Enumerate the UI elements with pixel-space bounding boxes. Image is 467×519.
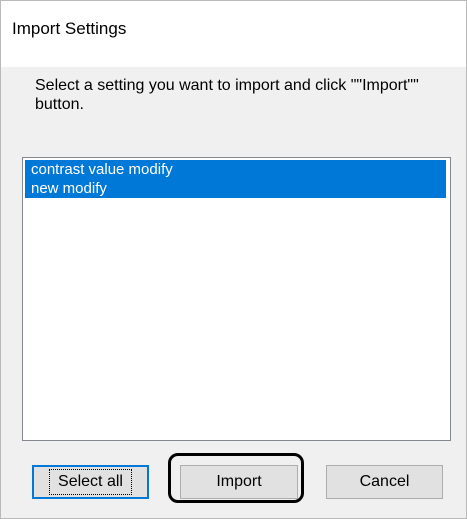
select-all-button[interactable]: Select all: [32, 465, 149, 499]
instruction-text: Select a setting you want to import and …: [35, 77, 419, 113]
list-item[interactable]: new modify: [25, 179, 446, 198]
settings-listbox[interactable]: contrast value modify new modify: [22, 157, 451, 441]
select-all-button-label: Select all: [49, 469, 132, 495]
dialog-body: Select a setting you want to import and …: [1, 67, 466, 518]
dialog-titlebar[interactable]: Import Settings: [1, 1, 466, 67]
cancel-button[interactable]: Cancel: [326, 465, 443, 499]
import-button[interactable]: Import: [180, 465, 298, 499]
import-settings-dialog: Import Settings Select a setting you wan…: [0, 0, 467, 519]
dialog-title: Import Settings: [12, 19, 127, 38]
list-item[interactable]: contrast value modify: [25, 160, 446, 179]
